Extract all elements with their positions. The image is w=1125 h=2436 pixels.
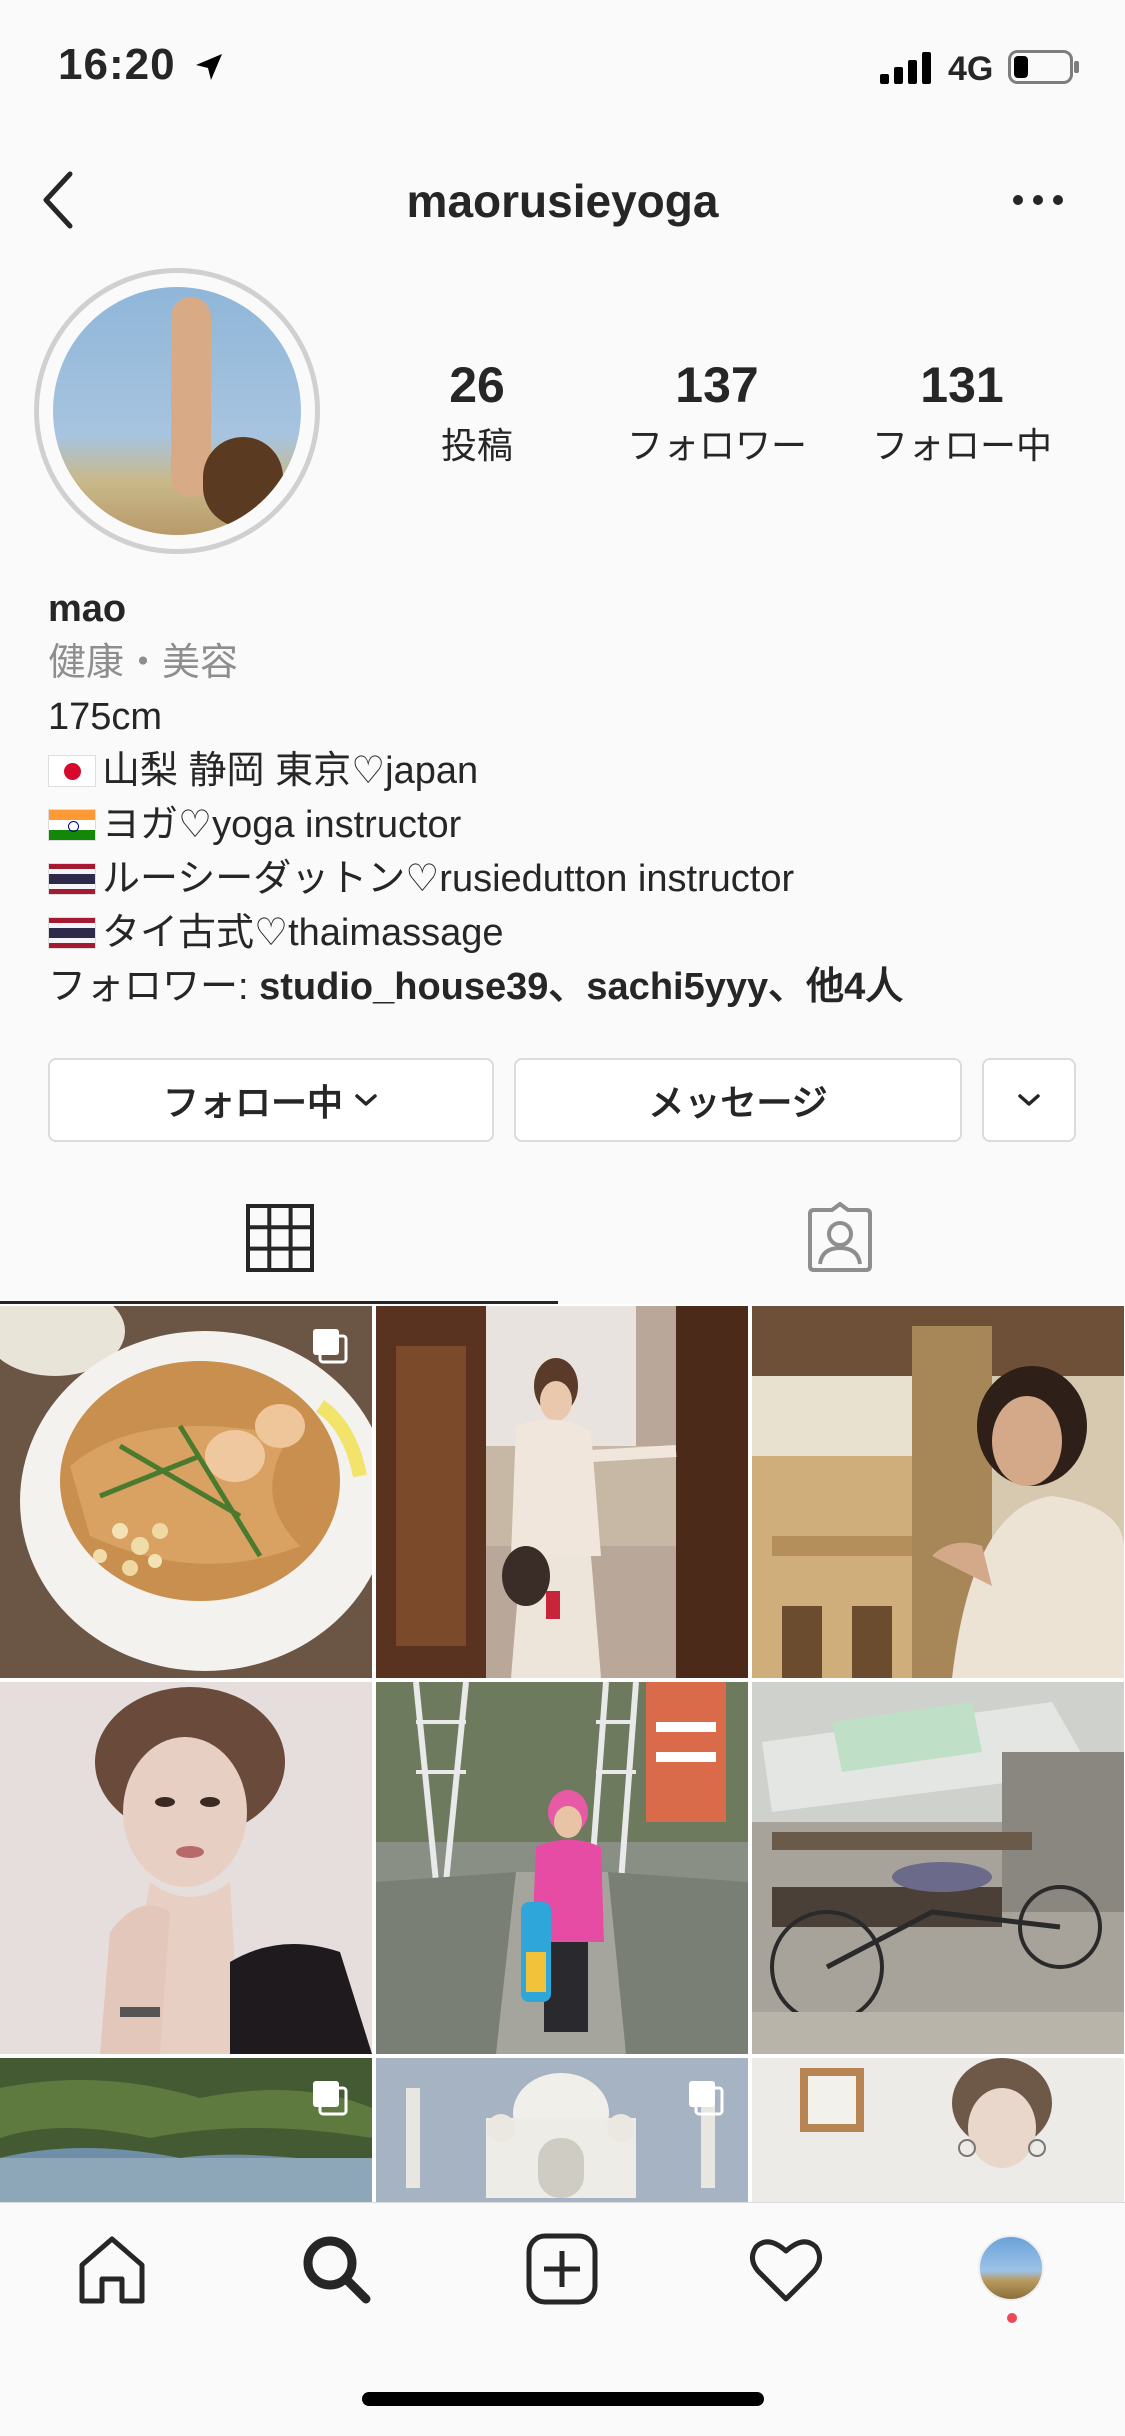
post-tile[interactable] — [376, 1306, 748, 1678]
post-tile[interactable] — [752, 1306, 1124, 1678]
tab-tagged[interactable] — [562, 1160, 1122, 1304]
followed-by[interactable]: フォロワー: studio_house39、sachi5yyy、他4人 — [48, 960, 903, 1014]
network-type: 4G — [948, 50, 994, 88]
post-tile[interactable] — [0, 1306, 372, 1678]
status-bar: 16:20 4G — [0, 0, 1125, 140]
profile-section: 26 投稿 137 フォロワー 131 フォロー中 mao 健康・美容 175c… — [0, 260, 1125, 1160]
signal-icon — [880, 52, 931, 84]
message-button[interactable]: メッセージ — [514, 1058, 962, 1142]
bio-line-yoga: ヨガ♡yoga instructor — [48, 798, 903, 852]
home-icon[interactable] — [74, 2231, 150, 2307]
following-count[interactable]: 131 フォロー中 — [852, 358, 1072, 469]
page-title: maorusieyoga — [406, 175, 719, 227]
india-flag-icon — [48, 809, 96, 841]
post-tile[interactable] — [376, 2058, 748, 2202]
profile-header: maorusieyoga — [0, 140, 1125, 260]
bio-line-thai: タイ古式♡thaimassage — [48, 906, 903, 960]
thailand-flag-icon — [48, 917, 96, 949]
home-indicator — [362, 2392, 764, 2406]
bio-line-rusie: ルーシーダットン♡rusiedutton instructor — [48, 852, 903, 906]
followed-by-prefix: フォロワー: — [48, 966, 260, 1008]
followers-label: フォロワー — [626, 425, 807, 466]
post-image — [376, 1682, 748, 2054]
suggested-accounts-button[interactable] — [982, 1058, 1076, 1142]
post-tile[interactable] — [752, 1682, 1124, 2054]
posts-label: 投稿 — [440, 425, 513, 466]
active-tab-indicator — [0, 1301, 558, 1304]
avatar-image — [53, 287, 301, 535]
new-post-icon[interactable] — [524, 2231, 600, 2307]
profile-category: 健康・美容 — [48, 642, 239, 684]
avatar[interactable] — [34, 268, 320, 554]
notification-dot — [1007, 2313, 1017, 2323]
following-button[interactable]: フォロー中 — [48, 1058, 494, 1142]
profile-bio: mao 健康・美容 175cm 山梨 静岡 東京♡japan ヨガ♡yoga i… — [48, 582, 903, 1014]
multiple-photos-icon — [689, 2081, 724, 2116]
post-image — [376, 1306, 748, 1678]
more-horizontal-icon[interactable] — [1010, 190, 1066, 210]
message-button-label: メッセージ — [648, 1082, 828, 1123]
chevron-down-icon — [355, 1094, 377, 1106]
post-image — [752, 1306, 1124, 1678]
post-tile[interactable] — [0, 2058, 372, 2202]
posts-value: 26 — [449, 357, 505, 413]
battery-icon — [1008, 50, 1079, 84]
post-tile[interactable] — [376, 1682, 748, 2054]
following-button-label: フォロー中 — [162, 1082, 343, 1123]
post-image — [752, 1682, 1124, 2054]
followed-by-names: studio_house39、sachi5yyy、他4人 — [259, 966, 904, 1008]
bio-line-japan: 山梨 静岡 東京♡japan — [48, 744, 903, 798]
profile-tabs — [0, 1160, 1125, 1304]
japan-flag-icon — [48, 755, 96, 787]
profile-avatar[interactable] — [978, 2235, 1044, 2301]
tab-grid[interactable] — [0, 1160, 560, 1304]
location-arrow-icon — [196, 54, 222, 80]
multiple-photos-icon — [313, 1329, 348, 1364]
following-label: フォロー中 — [871, 425, 1052, 466]
grid-icon — [246, 1204, 314, 1272]
post-tile[interactable] — [0, 1682, 372, 2054]
profile-name: mao — [48, 588, 127, 630]
post-image — [752, 2058, 1124, 2202]
search-icon[interactable] — [298, 2231, 374, 2307]
posts-count: 26 投稿 — [372, 358, 582, 469]
multiple-photos-icon — [313, 2081, 348, 2116]
followers-count[interactable]: 137 フォロワー — [612, 358, 822, 469]
chevron-down-icon — [1018, 1094, 1040, 1106]
post-image — [0, 1682, 372, 2054]
activity-heart-icon[interactable] — [748, 2231, 824, 2307]
following-value: 131 — [920, 357, 1004, 413]
post-tile[interactable] — [752, 2058, 1124, 2202]
tagged-user-icon — [808, 1202, 872, 1272]
status-time: 16:20 — [58, 40, 176, 89]
bio-line-height: 175cm — [48, 696, 163, 738]
thailand-flag-icon — [48, 863, 96, 895]
followers-value: 137 — [675, 357, 759, 413]
posts-grid — [0, 1306, 1125, 2202]
